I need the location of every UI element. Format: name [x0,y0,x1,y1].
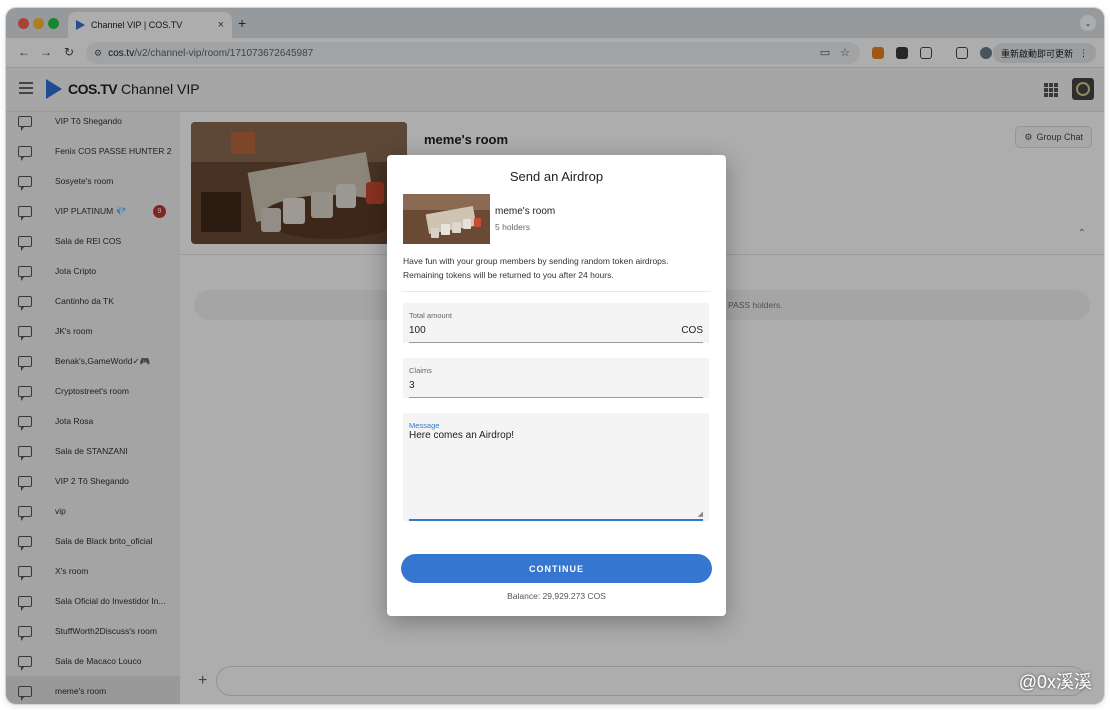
dialog-holders-count: 5 holders [495,222,530,232]
continue-button[interactable]: CONTINUE [401,554,712,583]
browser-window: Channel VIP | COS.TV × + ⌄ ← → ↻ ⚙ cos.t… [6,8,1104,704]
message-value: Here comes an Airdrop! [409,430,515,441]
dialog-description: Have fun with your group members by send… [403,256,669,280]
message-label: Message [409,421,440,430]
claims-value: 3 [409,380,415,391]
dialog-title: Send an Airdrop [509,169,604,184]
room-thumbnail [403,194,490,244]
total-amount-label: Total amount [409,311,452,320]
currency-suffix: COS [681,325,703,336]
total-amount-value: 100 [409,325,426,336]
claims-field[interactable]: Claims 3 [403,358,709,398]
watermark: @0x溪溪 [1018,672,1092,692]
balance-text: Balance: 29,929.273 COS [507,591,606,601]
divider [401,291,711,292]
resize-handle-icon[interactable]: ◢ [698,510,703,518]
airdrop-dialog: Send an Airdrop meme's room 5 holders Ha… [387,155,726,616]
dialog-room-name: meme's room [495,206,556,217]
claims-label: Claims [409,366,432,375]
message-field[interactable]: Message Here comes an Airdrop! ◢ [403,413,709,521]
total-amount-field[interactable]: Total amount 100 COS [403,303,709,343]
